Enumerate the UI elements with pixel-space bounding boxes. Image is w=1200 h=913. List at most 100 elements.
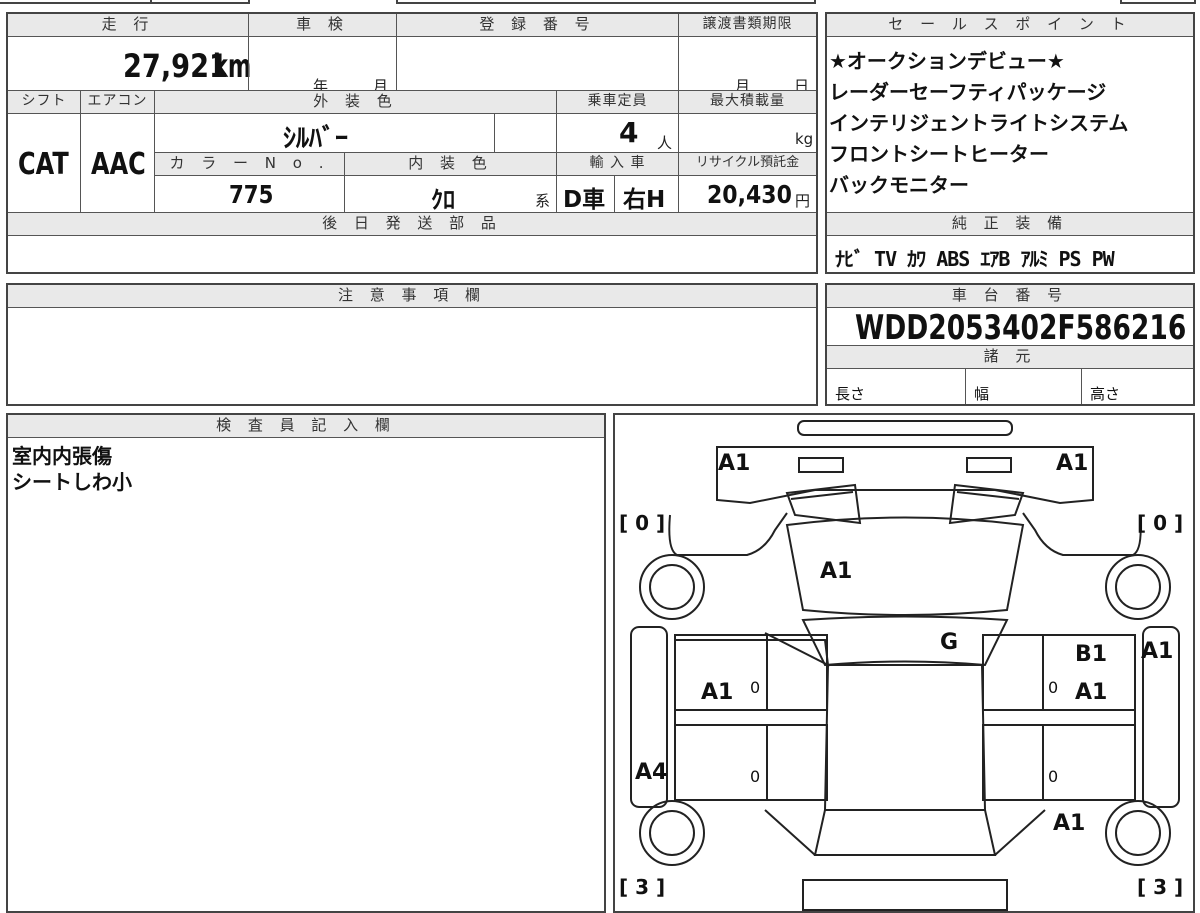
aircon-cell: AAC — [80, 114, 154, 212]
import-header: 輸 入 車 — [556, 153, 678, 175]
interior-color-suffix: 系 — [535, 192, 551, 210]
color-no-value: 775 — [229, 180, 274, 209]
sales-point-item: インテリジェントライトシステム — [829, 111, 1129, 135]
import-type-value: D車 — [563, 187, 606, 213]
chassis-number-value: WDD2053402F586216 — [855, 308, 1187, 348]
damage-left-rocker: A4 — [635, 760, 668, 785]
spec-width-cell: 幅 — [965, 369, 1081, 404]
front-panel-shape — [716, 446, 1094, 505]
chassis-number-header: 車 台 番 号 — [827, 285, 1193, 307]
specs-header: 諸 元 — [827, 346, 1193, 368]
later-parts-header: 後 日 発 送 部 品 — [8, 213, 816, 235]
left-body-line — [675, 632, 830, 667]
right-rear-window-shape — [982, 724, 1044, 801]
left-front-window-shape — [766, 634, 828, 711]
sales-point-item: バックモニター — [829, 173, 969, 197]
chassis-number-cell: WDD2053402F586216 — [827, 308, 1193, 348]
right-front-fender-shape — [1022, 512, 1142, 556]
damage-right-pillar: A1 — [1141, 639, 1174, 664]
car-diagram-panel: A1 A1 A1 G A1 B1 A1 A1 A4 A1 [ 0 ] [ 0 ]… — [613, 413, 1195, 913]
sales-points-header: セ ー ル ス ポ イ ン ト — [827, 14, 1193, 36]
top-strip-cell — [396, 0, 816, 4]
recycle-header: リサイクル預託金 — [678, 153, 816, 175]
mileage-header: 走 行 — [8, 14, 248, 36]
capacity-cell: 4 人 — [556, 114, 678, 152]
top-strip-cell — [0, 0, 150, 4]
interior-color-value: ｸﾛ — [431, 186, 455, 214]
notes-header: 注 意 事 項 欄 — [8, 285, 816, 307]
zero-mark: 0 — [1048, 678, 1059, 697]
interior-color-header: 内 装 色 — [344, 153, 556, 175]
rear-right-wheel-inner — [1115, 810, 1161, 856]
damage-left-front-door: A1 — [701, 680, 734, 705]
sales-points-list: ★オークションデビュー★ レーダーセーフティパッケージ インテリジェントライトシ… — [829, 46, 1193, 201]
damage-hood: A1 — [820, 559, 853, 584]
exterior-color-header: 外 装 色 — [154, 91, 556, 113]
genuine-equipment-list: ﾅﾋﾞ TV ｶﾜ ABS ｴｱB ｱﾙﾐ PS PW — [835, 243, 1200, 272]
spec-height-label: 高さ — [1090, 385, 1121, 403]
spec-length-cell: 長さ — [827, 369, 965, 404]
left-rear-window-shape — [766, 724, 828, 801]
spec-length-label: 長さ — [835, 385, 866, 403]
top-strip-cell — [1120, 0, 1196, 4]
tire-mark-rear-left: [ 3 ] — [619, 875, 666, 899]
recycle-unit: 円 — [795, 192, 811, 210]
damage-front-right: A1 — [1056, 451, 1089, 476]
sales-point-item: レーダーセーフティパッケージ — [829, 80, 1107, 104]
rear-glass-shape — [813, 809, 997, 856]
damage-front-left: A1 — [718, 451, 751, 476]
left-front-fender-shape — [668, 512, 788, 556]
zero-mark: 0 — [1048, 767, 1059, 786]
tire-mark-rear-right: [ 3 ] — [1137, 875, 1184, 899]
inspector-note-line: シートしわ小 — [12, 470, 132, 494]
registration-header: 登 録 番 号 — [396, 14, 678, 36]
top-strip-cell — [150, 0, 250, 4]
import-type-cell: D車 — [556, 176, 614, 213]
color-no-header: カ ラ ー N o . — [154, 153, 344, 175]
inspector-notes: 室内内張傷 シートしわ小 — [12, 443, 132, 495]
tire-mark-front-left: [ 0 ] — [619, 511, 666, 535]
front-right-wheel-inner — [1115, 564, 1161, 610]
notes-panel: 注 意 事 項 欄 — [6, 283, 818, 406]
transfer-deadline-header: 譲渡書類期限 — [678, 14, 816, 36]
chassis-panel: 車 台 番 号 WDD2053402F586216 諸 元 長さ 幅 高さ — [825, 283, 1195, 406]
recycle-value: 20,430 — [707, 180, 792, 209]
capacity-value: 4 — [619, 116, 639, 149]
damage-right-front-door-top: B1 — [1075, 642, 1108, 667]
rear-left-wheel-inner — [649, 810, 695, 856]
color-no-cell: 775 — [154, 176, 344, 212]
headlight-left-shape — [798, 457, 844, 473]
windshield-shape — [801, 615, 1009, 667]
mileage-unit: km — [213, 47, 252, 85]
inspection-header: 車 検 — [248, 14, 396, 36]
right-front-window-shape — [982, 634, 1044, 711]
shift-header: シフト — [8, 91, 80, 113]
aircon-header: エアコン — [80, 91, 154, 113]
shift-value: CAT — [18, 147, 69, 182]
sales-point-item: ★オークションデビュー★ — [829, 49, 1065, 73]
inspector-header: 検 査 員 記 入 欄 — [8, 415, 604, 437]
sales-point-item: フロントシートヒーター — [829, 142, 1049, 166]
headlight-right-shape — [966, 457, 1012, 473]
right-rear-door-shape — [1042, 724, 1136, 801]
exterior-color-value: ｼﾙﾊﾞｰ — [283, 124, 349, 154]
damage-windshield: G — [940, 630, 959, 655]
rear-fender-lines — [764, 809, 1046, 856]
sales-points-panel: セ ー ル ス ポ イ ン ト ★オークションデビュー★ レーダーセーフティパッ… — [825, 12, 1195, 274]
recycle-cell: 20,430 円 — [678, 176, 816, 212]
max-load-header: 最大積載量 — [678, 91, 816, 113]
exterior-color-extra-cell — [494, 114, 556, 152]
tire-mark-front-right: [ 0 ] — [1137, 511, 1184, 535]
genuine-equipment-header: 純 正 装 備 — [827, 213, 1193, 235]
interior-color-cell: ｸﾛ 系 — [344, 176, 556, 214]
inspector-panel: 検 査 員 記 入 欄 室内内張傷 シートしわ小 — [6, 413, 606, 913]
damage-right-rear-fender: A1 — [1053, 811, 1086, 836]
zero-mark: 0 — [750, 678, 761, 697]
max-load-unit: kg — [795, 130, 814, 148]
spec-height-cell: 高さ — [1081, 369, 1193, 404]
roof-shape — [823, 664, 987, 811]
steering-value: 右H — [623, 187, 666, 213]
later-parts-cell — [8, 236, 816, 272]
front-left-wheel-inner — [649, 564, 695, 610]
equipment-value: ﾅﾋﾞ TV ｶﾜ ABS ｴｱB ｱﾙﾐ PS PW — [835, 247, 1115, 271]
